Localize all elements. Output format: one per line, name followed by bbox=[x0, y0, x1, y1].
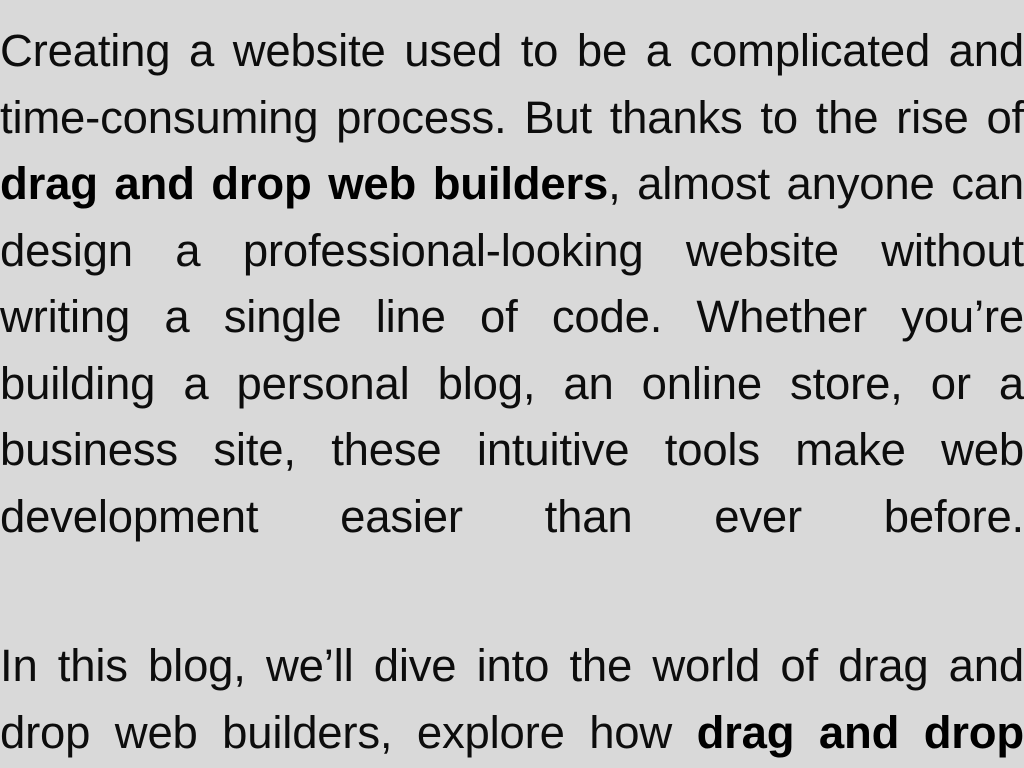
slide-canvas: Creating a website used to be a complica… bbox=[0, 0, 1024, 768]
text-run: Creating a website used to be a complica… bbox=[0, 25, 1024, 143]
text-run: , almost anyone can design a professiona… bbox=[0, 158, 1024, 542]
paragraph-1: Creating a website used to be a complica… bbox=[0, 18, 1024, 617]
emphasis-run: drag and drop web builders bbox=[0, 158, 609, 209]
article-body: Creating a website used to be a complica… bbox=[0, 0, 1024, 768]
paragraph-2: In this blog, we’ll dive into the world … bbox=[0, 633, 1024, 768]
